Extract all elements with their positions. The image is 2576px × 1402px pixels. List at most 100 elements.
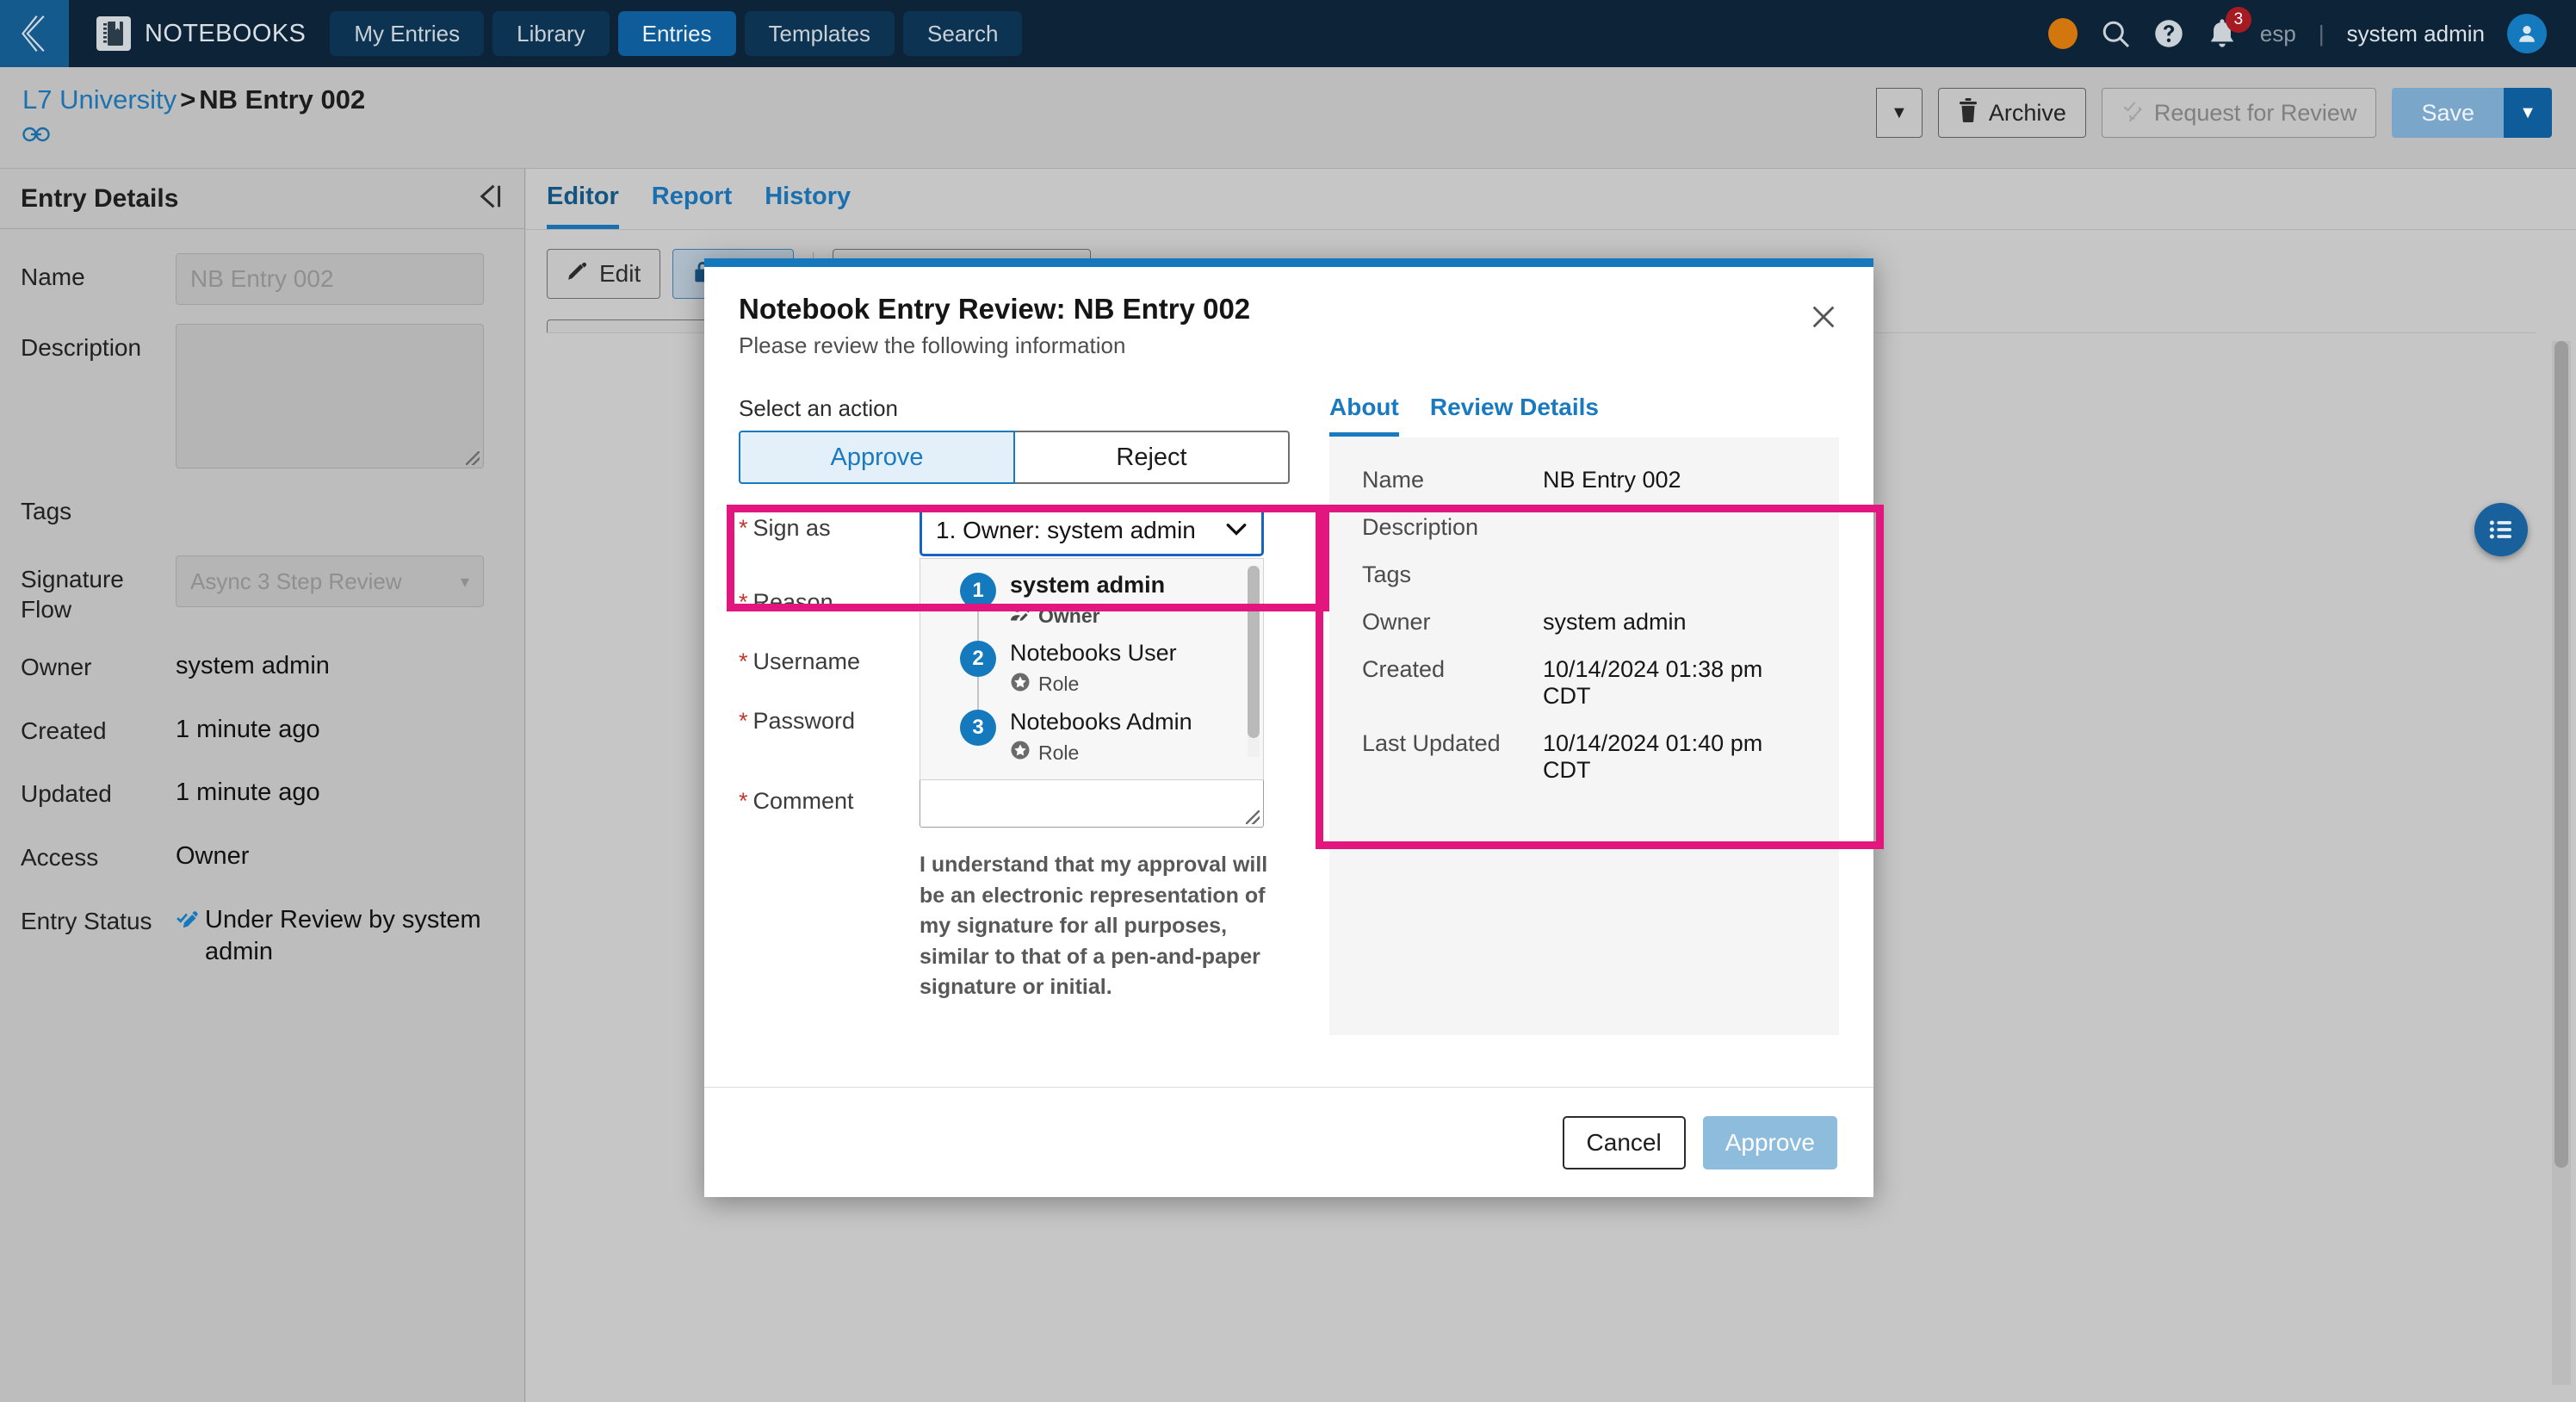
save-button[interactable]: Save [2392,88,2504,138]
info-row-tags: Tags [1362,561,1806,588]
user-avatar-icon[interactable] [2507,14,2547,53]
required-marker: * [739,515,748,541]
sidebar-value-access: Owner [176,842,250,871]
resize-grip-icon[interactable] [1246,810,1260,824]
edit-label: Edit [599,260,641,287]
breadcrumb-parent-link[interactable]: L7 University [22,84,176,115]
main-vertical-scrollbar[interactable] [2552,341,2571,1385]
info-key: Tags [1362,561,1412,587]
field-comment: * Comment I understand that my approval w… [739,778,1290,1003]
pencil-icon [567,260,589,288]
back-button[interactable] [0,0,69,67]
sign-as-select[interactable]: 1. Owner: system admin [920,505,1264,556]
nav-tab-my-entries[interactable]: My Entries [330,11,485,56]
step-number-badge: 1 [960,573,996,609]
username-label-text: Username [752,648,861,674]
info-row-name: Name NB Entry 002 [1362,467,1806,493]
archive-button[interactable]: Archive [1937,88,2086,138]
sidebar-label-name: Name [21,264,85,290]
save-split-button: Save ▼ [2392,88,2552,138]
review-dropdown-caret[interactable]: ▼ [1876,88,1923,138]
nav-tab-search[interactable]: Search [903,11,1023,56]
tab-editor[interactable]: Editor [547,183,619,229]
link-icon[interactable] [22,124,50,149]
nav-tab-entries[interactable]: Entries [617,11,736,56]
dropdown-option-3[interactable]: 3 Notebooks Admin Role [960,710,1263,778]
tab-about[interactable]: About [1329,394,1399,437]
signature-flow-select[interactable]: Async 3 Step Review ▾ [176,555,484,607]
approve-button[interactable]: Approve [1702,1115,1837,1169]
dropdown-option-1[interactable]: 1 system admin Owner [960,573,1263,643]
required-marker: * [739,788,748,814]
sidebar-field-owner: Owner system admin [21,643,504,683]
info-row-created: Created 10/14/2024 01:38 pm CDT [1362,656,1806,710]
sign-as-dropdown-list[interactable]: 1 system admin Owner 2 Notebooks User Ro… [920,558,1264,780]
dropdown-options: 1 system admin Owner 2 Notebooks User Ro… [920,559,1263,778]
save-dropdown-caret[interactable]: ▼ [2504,88,2552,138]
reject-option[interactable]: Reject [1015,431,1290,484]
close-icon[interactable] [1805,298,1842,336]
chevron-down-icon [1225,518,1248,543]
request-for-review-button[interactable]: Request for Review [2101,88,2377,138]
sign-as-label-text: Sign as [752,515,831,541]
tab-report[interactable]: Report [652,183,732,229]
resize-grip-icon[interactable] [466,451,480,465]
scrollbar-thumb[interactable] [2554,341,2568,1168]
sidebar-header: Entry Details [0,169,524,229]
list-icon[interactable] [2474,503,2528,556]
list-glyph [2489,520,2511,539]
modal-body: Select an action Approve Reject * Sign as… [704,378,1873,1035]
info-key: Owner [1362,609,1431,635]
label-comment: * Comment [739,778,920,815]
option-role-row: Role [1010,672,1177,698]
collapse-left-icon[interactable] [474,183,504,214]
signature-form: * Sign as 1. Owner: system admin 1 syste… [739,505,1290,1003]
top-navigation-bar: NOTEBOOKS My Entries Library Entries Tem… [0,0,2576,67]
tab-history[interactable]: History [765,183,851,229]
sidebar-field-entry-status: Entry Status Under Review by system admi… [21,897,504,969]
label-reason: * Reason [739,579,920,616]
current-user-label[interactable]: system admin [2347,21,2485,47]
nav-tabs: My Entries Library Entries Templates Sea… [330,11,1023,56]
field-sign-as: * Sign as 1. Owner: system admin [739,505,1290,556]
brand: NOTEBOOKS [96,16,306,51]
name-input[interactable]: NB Entry 002 [176,253,484,305]
breadcrumb-bar: L7 University>NB Entry 002 Review ▼ Arch… [0,67,2576,307]
brand-title: NOTEBOOKS [145,19,307,47]
option-role-row: Role [1010,740,1192,766]
info-value: NB Entry 002 [1543,467,1681,493]
sidebar-fields: Name NB Entry 002 Description Tags Signa… [0,229,524,969]
dropdown-scrollbar-thumb[interactable] [1248,566,1260,738]
sidebar-field-updated: Updated 1 minute ago [21,770,504,810]
action-segmented-control: Approve Reject [739,431,1290,484]
edit-button[interactable]: Edit [547,249,661,299]
info-row-description: Description [1362,514,1806,541]
signed-pencil-icon [176,904,200,943]
label-username: * Username [739,638,920,675]
bell-icon[interactable]: 3 [2207,7,2251,50]
tab-review-details[interactable]: Review Details [1430,394,1599,437]
dropdown-scrollbar[interactable] [1248,566,1260,757]
dropdown-option-2[interactable]: 2 Notebooks User Role [960,641,1263,712]
nav-tab-library[interactable]: Library [492,11,610,56]
notebook-icon [96,16,131,51]
comment-textarea[interactable] [920,778,1264,828]
approve-option[interactable]: Approve [739,431,1015,484]
nav-separator: | [2318,20,2325,47]
locale-label[interactable]: esp [2260,21,2296,47]
search-icon[interactable] [2100,18,2131,49]
reason-label-text: Reason [752,589,833,615]
role-star-icon [1010,672,1031,698]
sidebar-field-description: Description [21,324,504,468]
option-name: Notebooks Admin [1010,708,1192,735]
info-value: 10/14/2024 01:38 pm CDT [1543,656,1763,709]
sidebar-label-created: Created [21,717,107,744]
description-textarea[interactable] [176,324,484,468]
help-circle-icon[interactable] [2153,18,2184,49]
status-dot-icon[interactable] [2047,18,2078,49]
nav-tab-templates[interactable]: Templates [744,11,895,56]
modal-subtitle: Please review the following information [739,332,1126,358]
sidebar-field-signature-flow: Signature Flow Async 3 Step Review ▾ [21,555,504,624]
comment-label-text: Comment [752,788,854,814]
cancel-button[interactable]: Cancel [1562,1115,1686,1169]
